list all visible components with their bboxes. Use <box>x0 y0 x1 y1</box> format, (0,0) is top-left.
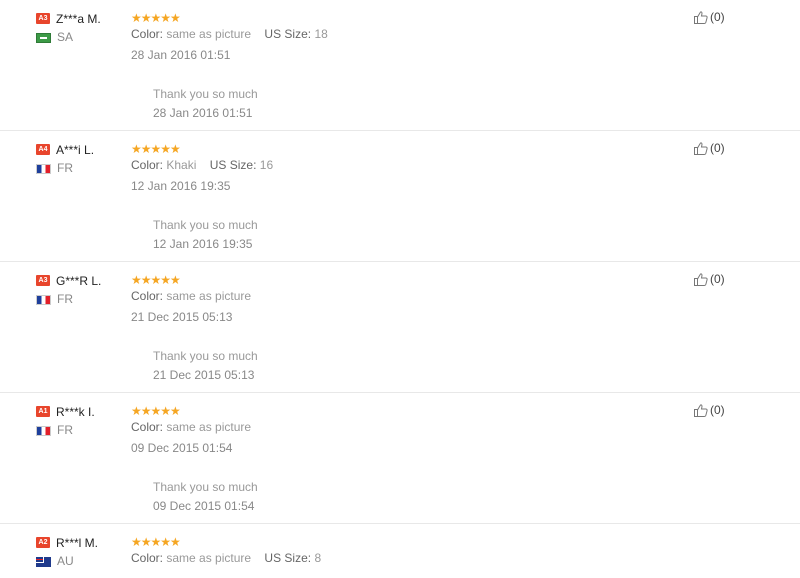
attr-value: Khaki <box>166 158 197 172</box>
flag-fr-icon <box>36 425 51 436</box>
reviewer: A3 Z***a M. <box>36 10 101 28</box>
reviewer-country: FR <box>36 292 73 306</box>
reviewer-country: FR <box>36 423 73 437</box>
country-code: SA <box>57 30 74 44</box>
country-code: FR <box>57 423 73 437</box>
review-item: A4 A***i L. FR ★★★★★ Color: Khaki US Size… <box>0 131 800 262</box>
seller-reply: Thank you so much <box>153 349 258 363</box>
helpful-count: (0) <box>710 272 725 286</box>
attr-label: Color: <box>131 289 164 303</box>
review-item: A3 Z***a M. SA ★★★★★ Color: same as pictu… <box>0 0 800 131</box>
thumbs-up-icon <box>694 11 708 25</box>
attr-label: Color: <box>131 551 164 565</box>
reviewer-name: R***k I. <box>56 404 95 419</box>
buyer-level-badge: A4 <box>36 144 50 156</box>
buyer-level-badge: A1 <box>36 406 50 418</box>
reply-date: 28 Jan 2016 01:51 <box>153 106 253 120</box>
order-attributes: Color: same as picture US Size: 8 <box>131 551 331 565</box>
thumbs-up-icon <box>694 142 708 156</box>
attr-value: same as picture <box>166 289 252 303</box>
reviewer: A4 A***i L. <box>36 141 94 159</box>
reviewer-country: SA <box>36 30 73 44</box>
star-rating: ★★★★★ <box>131 535 181 549</box>
flag-au-icon <box>35 555 51 567</box>
helpful-count: (0) <box>710 141 725 155</box>
reviewer-name: Z***a M. <box>56 11 101 26</box>
helpful-count: (0) <box>710 10 725 24</box>
review-date: 09 Dec 2015 01:54 <box>131 441 233 455</box>
country-code: FR <box>57 161 73 175</box>
country-code: AU <box>57 554 74 568</box>
thumbs-up-icon <box>694 404 708 418</box>
reviewer: A3 G***R L. <box>36 272 101 290</box>
attr-label: US Size: <box>264 27 312 41</box>
attr-value: 16 <box>259 158 274 172</box>
helpful-button[interactable]: (0) <box>694 10 725 25</box>
review-item: A2 R***l M. AU ★★★★★ Color: same as pictu… <box>0 524 800 578</box>
flag-fr-icon <box>36 163 51 174</box>
attr-label: US Size: <box>209 158 257 172</box>
reply-date: 21 Dec 2015 05:13 <box>153 368 255 382</box>
reviewer-country: FR <box>36 161 73 175</box>
attr-value: 8 <box>314 551 322 565</box>
seller-reply: Thank you so much <box>153 218 258 232</box>
review-date: 21 Dec 2015 05:13 <box>131 310 233 324</box>
seller-reply: Thank you so much <box>153 87 258 101</box>
reviewer-name: G***R L. <box>56 273 102 288</box>
review-date: 28 Jan 2016 01:51 <box>131 48 231 62</box>
star-rating: ★★★★★ <box>131 404 181 418</box>
star-rating: ★★★★★ <box>131 273 181 287</box>
attr-value: same as picture <box>166 551 252 565</box>
reviewer: A1 R***k I. <box>36 403 95 421</box>
country-code: FR <box>57 292 73 306</box>
helpful-count: (0) <box>710 403 725 417</box>
flag-sa-icon <box>36 32 51 43</box>
reply-date: 09 Dec 2015 01:54 <box>153 499 255 513</box>
attr-label: Color: <box>131 158 164 172</box>
review-date: 12 Jan 2016 19:35 <box>131 179 231 193</box>
star-rating: ★★★★★ <box>131 142 181 156</box>
attr-value: same as picture <box>166 420 252 434</box>
attr-value: same as picture <box>166 27 252 41</box>
flag-fr-icon <box>36 294 51 305</box>
seller-reply: Thank you so much <box>153 480 258 494</box>
buyer-level-badge: A3 <box>36 275 50 287</box>
buyer-level-badge: A3 <box>36 13 50 25</box>
order-attributes: Color: same as picture <box>131 420 261 434</box>
attr-label: Color: <box>131 27 164 41</box>
helpful-button[interactable]: (0) <box>694 141 725 156</box>
attr-label: Color: <box>131 420 164 434</box>
thumbs-up-icon <box>694 273 708 287</box>
order-attributes: Color: Khaki US Size: 16 <box>131 158 283 172</box>
reply-date: 12 Jan 2016 19:35 <box>153 237 253 251</box>
buyer-level-badge: A2 <box>36 537 50 549</box>
helpful-button[interactable]: (0) <box>694 403 725 418</box>
helpful-button[interactable]: (0) <box>694 272 725 287</box>
review-item: A3 G***R L. FR ★★★★★ Color: same as pictu… <box>0 262 800 393</box>
review-item: A1 R***k I. FR ★★★★★ Color: same as pictu… <box>0 393 800 524</box>
attr-value: 18 <box>314 27 328 41</box>
order-attributes: Color: same as picture US Size: 18 <box>131 27 338 41</box>
reviewer-country: AU <box>35 554 74 568</box>
reviewer: A2 R***l M. <box>36 534 98 552</box>
order-attributes: Color: same as picture <box>131 289 261 303</box>
star-rating: ★★★★★ <box>131 11 181 25</box>
attr-label: US Size: <box>264 551 312 565</box>
reviewer-name: A***i L. <box>56 142 95 157</box>
reviewer-name: R***l M. <box>56 535 99 550</box>
